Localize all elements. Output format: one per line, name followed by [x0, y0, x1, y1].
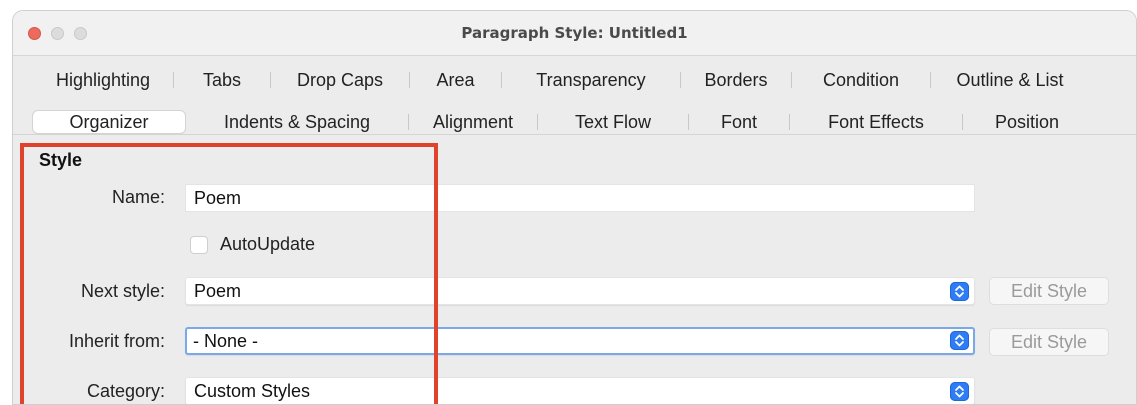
tab-row-2: Organizer Indents & Spacing Alignment Te…: [33, 110, 1091, 134]
tab-transparency[interactable]: Transparency: [502, 69, 680, 91]
tab-position[interactable]: Position: [963, 111, 1091, 133]
tab-drop-caps[interactable]: Drop Caps: [271, 69, 409, 91]
annotation-highlight-box: [20, 143, 438, 404]
next-style-stepper-icon[interactable]: [950, 282, 969, 301]
tab-indents-spacing[interactable]: Indents & Spacing: [186, 111, 408, 133]
tab-organizer[interactable]: Organizer: [33, 111, 185, 133]
tab-text-flow[interactable]: Text Flow: [538, 111, 688, 133]
tab-borders[interactable]: Borders: [681, 69, 791, 91]
next-style-edit-button[interactable]: Edit Style: [989, 277, 1109, 305]
tab-tabs[interactable]: Tabs: [174, 69, 270, 91]
tab-area[interactable]: Area: [410, 69, 501, 91]
tab-row-1: Highlighting Tabs Drop Caps Area Transpa…: [33, 68, 1089, 92]
title-bar: Paragraph Style: Untitled1: [13, 11, 1136, 56]
tab-condition[interactable]: Condition: [792, 69, 930, 91]
paragraph-style-dialog: Paragraph Style: Untitled1 Highlighting …: [12, 10, 1137, 405]
tab-font[interactable]: Font: [689, 111, 789, 133]
inherit-from-stepper-icon[interactable]: [950, 331, 969, 350]
inherit-from-edit-button[interactable]: Edit Style: [989, 328, 1109, 356]
tab-alignment[interactable]: Alignment: [409, 111, 537, 133]
tab-font-effects[interactable]: Font Effects: [790, 111, 962, 133]
tab-highlighting[interactable]: Highlighting: [33, 69, 173, 91]
category-stepper-icon[interactable]: [950, 382, 969, 401]
tab-outline-list[interactable]: Outline & List: [931, 69, 1089, 91]
window-title: Paragraph Style: Untitled1: [461, 24, 688, 42]
